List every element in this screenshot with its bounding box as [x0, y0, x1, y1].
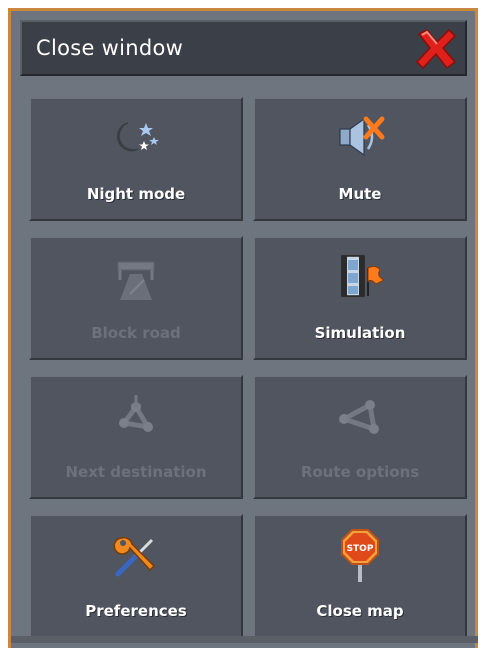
- next-destination-button: Next destination: [29, 375, 243, 499]
- preferences-button[interactable]: Preferences: [29, 514, 243, 638]
- simulation-button[interactable]: Simulation: [253, 236, 467, 360]
- route-options-label: Route options: [300, 463, 420, 481]
- svg-text:STOP: STOP: [347, 544, 374, 554]
- close-window-bar[interactable]: Close window: [20, 20, 467, 76]
- mute-button[interactable]: Mute: [253, 97, 467, 221]
- simulation-label: Simulation: [314, 324, 406, 342]
- next-destination-label: Next destination: [65, 463, 207, 481]
- night-mode-button[interactable]: Night mode: [29, 97, 243, 221]
- route-options-button: Route options: [253, 375, 467, 499]
- road-block-icon: [106, 248, 166, 304]
- block-road-button: Block road: [29, 236, 243, 360]
- close-window-label: Close window: [36, 36, 184, 60]
- route-waypoint-icon: [106, 387, 166, 443]
- wrench-screwdriver-icon: [106, 526, 166, 582]
- moon-stars-icon: [106, 109, 166, 165]
- stop-sign-icon: STOP: [330, 526, 390, 582]
- close-map-label: Close map: [316, 602, 404, 620]
- preferences-label: Preferences: [85, 602, 187, 620]
- bottom-divider: [11, 636, 478, 643]
- route-options-icon: [330, 387, 390, 443]
- block-road-label: Block road: [91, 324, 181, 342]
- speaker-muted-icon: [330, 109, 390, 165]
- film-flag-icon: [330, 248, 390, 304]
- night-mode-label: Night mode: [86, 185, 186, 203]
- close-map-button[interactable]: STOP Close map: [253, 514, 467, 638]
- mute-label: Mute: [338, 185, 382, 203]
- close-icon[interactable]: [413, 26, 459, 70]
